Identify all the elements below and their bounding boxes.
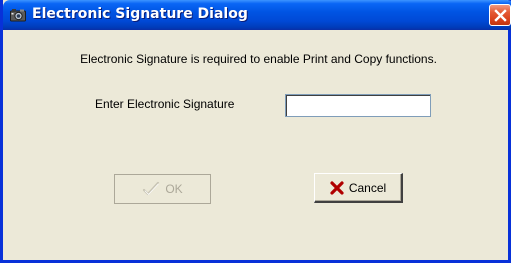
close-icon (494, 9, 507, 22)
checkmark-icon (143, 181, 160, 196)
ok-label: OK (165, 182, 183, 196)
signature-label: Enter Electronic Signature (95, 97, 235, 111)
cancel-button[interactable]: Cancel (314, 173, 403, 203)
camera-icon (10, 8, 26, 22)
red-x-icon (330, 180, 344, 195)
cancel-label: Cancel (348, 180, 387, 195)
instruction-message: Electronic Signature is required to enab… (80, 52, 437, 66)
signature-input[interactable] (285, 94, 431, 117)
close-button[interactable] (489, 4, 511, 26)
ok-button[interactable]: OK (114, 174, 211, 204)
window-title: Electronic Signature Dialog (32, 6, 248, 22)
dialog-window: Electronic Signature Dialog Electronic S… (0, 0, 511, 263)
title-bar[interactable]: Electronic Signature Dialog (3, 0, 511, 30)
